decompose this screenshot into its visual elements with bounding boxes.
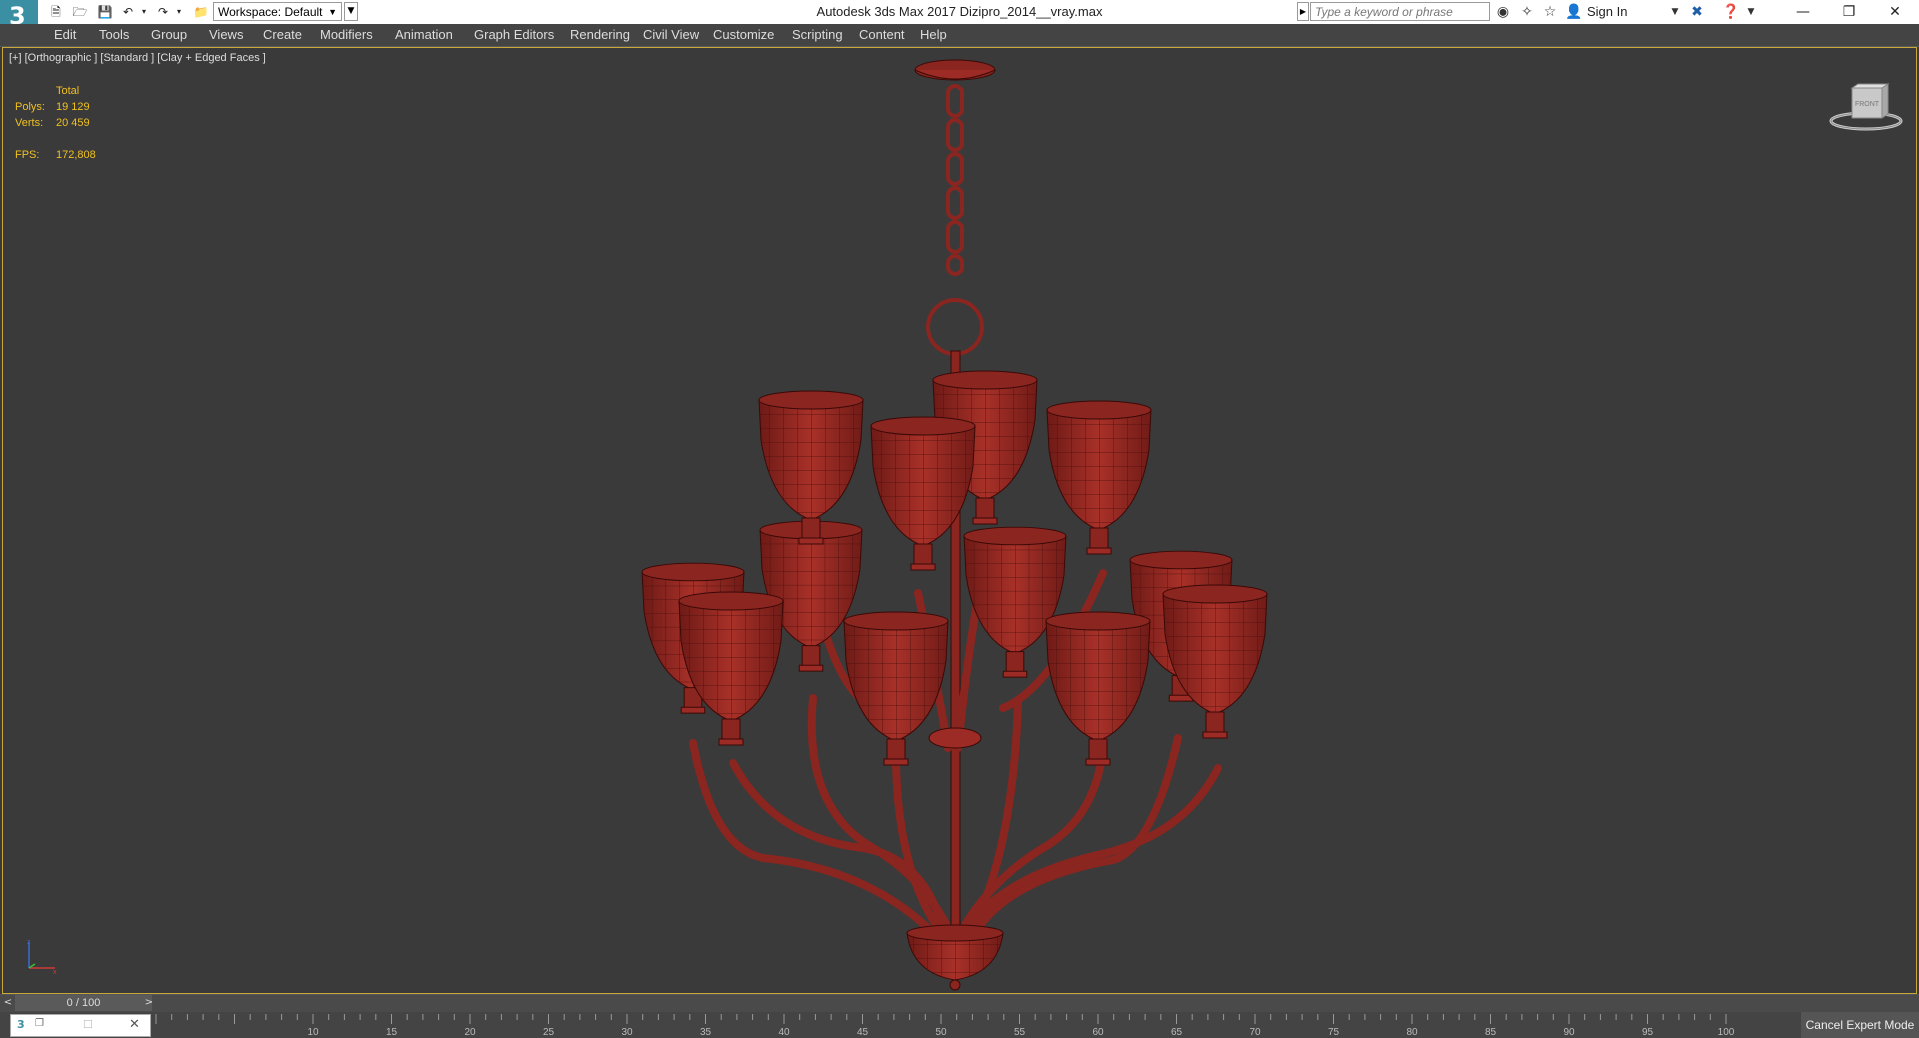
timeline-tick-label: 60 [1092,1027,1104,1038]
timeline-ruler[interactable]: 10 15 20 25 30 35 40 45 50 55 60 65 70 75 80 85 90 95 100 [154,1012,1754,1038]
menu-item-views[interactable]: Views [209,24,243,46]
timeline-tick-label: 10 [307,1027,319,1038]
timeline-tick-label: 85 [1485,1027,1497,1038]
timeline-tick-label: 30 [621,1027,633,1038]
workspace-dropdown[interactable]: Workspace: Default ▼ [213,2,342,21]
timeline-tick-label: 95 [1642,1027,1654,1038]
minimize-window-icon[interactable]: ☐ [83,1018,93,1031]
menu-item-help[interactable]: Help [920,24,947,46]
timeline-tick-label: 90 [1563,1027,1575,1038]
time-slider-bar: < 0 / 100 > [0,994,1919,1012]
timeline-tick-label: 50 [935,1027,947,1038]
frame-readout: 0 / 100 [66,997,101,1009]
bottom-bar: 3 ❐ ☐ ✕ 10 15 20 25 30 35 40 45 50 55 60 65 70 75 80 85… [0,1012,1919,1038]
timeline-tick-label: 40 [778,1027,790,1038]
close-button[interactable]: ✕ [1872,0,1918,24]
restore-window-icon[interactable]: ❐ [35,1018,44,1029]
project-folder-icon[interactable]: 📁 [193,4,209,20]
menu-item-group[interactable]: Group [151,24,187,46]
save-icon[interactable]: 💾 [97,4,113,20]
menu-item-graph-editors[interactable]: Graph Editors [474,24,554,46]
timeline-tick-label: 80 [1406,1027,1418,1038]
redo-dropdown-icon[interactable]: ▾ [171,4,187,20]
search-input[interactable]: Type a keyword or phrase [1310,2,1490,21]
sign-in-button[interactable]: Sign In [1587,0,1627,24]
mini-listener[interactable]: 3 ❐ ☐ ✕ [10,1014,151,1037]
title-bar: 3 🗎 🗁 💾 ↶ ▾ ↷ ▾ 📁 Workspace: Default ▼ ▼… [0,0,1919,47]
timeline-tick-label: 35 [700,1027,712,1038]
menu-item-scripting[interactable]: Scripting [792,24,843,46]
chevron-down-icon: ▼ [328,7,337,17]
menu-item-civil-view[interactable]: Civil View [643,24,699,46]
minimize-button[interactable]: — [1780,0,1826,24]
workspace-label: Workspace: Default [218,5,323,19]
undo-icon[interactable]: ↶ [120,4,136,20]
chandelier-model[interactable] [3,48,1916,993]
search-expand-icon[interactable]: ▶ [1297,2,1309,21]
menu-bar: Edit Tools Group Views Create Modifiers … [0,24,1919,47]
menu-item-create[interactable]: Create [263,24,302,46]
open-folder-icon[interactable]: 🗁 [72,4,88,20]
menu-item-rendering[interactable]: Rendering [570,24,630,46]
star-icon[interactable]: ☆ [1541,3,1559,21]
timeline-tick-label: 65 [1171,1027,1183,1038]
timeline-tick-label: 55 [1014,1027,1026,1038]
help-icon[interactable]: ❓ [1722,3,1740,21]
timeline-tick-label: 25 [543,1027,555,1038]
viewport-orthographic[interactable]: [+] [Orthographic ] [Standard ] [Clay + … [2,47,1917,994]
undo-dropdown-icon[interactable]: ▾ [136,4,152,20]
close-window-icon[interactable]: ✕ [129,1017,140,1032]
user-icon[interactable]: 👤 [1565,3,1583,21]
timeline-tick-label: 75 [1328,1027,1340,1038]
next-frame-icon[interactable]: > [143,995,155,1011]
menu-item-edit[interactable]: Edit [54,24,76,46]
new-file-icon[interactable]: 🗎 [48,4,64,20]
binoculars-icon[interactable]: ◉ [1494,3,1512,21]
timeline-tick-label: 100 [1718,1027,1735,1038]
time-slider[interactable]: 0 / 100 [15,995,152,1011]
menu-item-animation[interactable]: Animation [395,24,453,46]
timeline-tick-label: 70 [1249,1027,1261,1038]
help-dropdown-icon[interactable]: ▼ [1742,3,1760,21]
prev-frame-icon[interactable]: < [2,995,14,1011]
exchange-icon[interactable]: ✖ [1688,3,1706,21]
restore-button[interactable]: ❐ [1826,0,1872,24]
timeline-tick-label: 45 [857,1027,869,1038]
timeline-tick-label: 20 [464,1027,476,1038]
menu-item-customize[interactable]: Customize [713,24,774,46]
sign-in-dropdown-icon[interactable]: ▼ [1666,3,1684,21]
redo-icon[interactable]: ↷ [155,4,171,20]
cancel-expert-mode-button[interactable]: Cancel Expert Mode [1801,1012,1919,1038]
menu-item-tools[interactable]: Tools [99,24,129,46]
subscription-icon[interactable]: ✧ [1518,3,1536,21]
timeline-tick-label: 15 [386,1027,398,1038]
app-mini-icon: 3 [17,1018,25,1031]
menu-item-content[interactable]: Content [859,24,905,46]
menu-item-modifiers[interactable]: Modifiers [320,24,373,46]
workspace-menu-button[interactable]: ▼ [344,2,358,21]
